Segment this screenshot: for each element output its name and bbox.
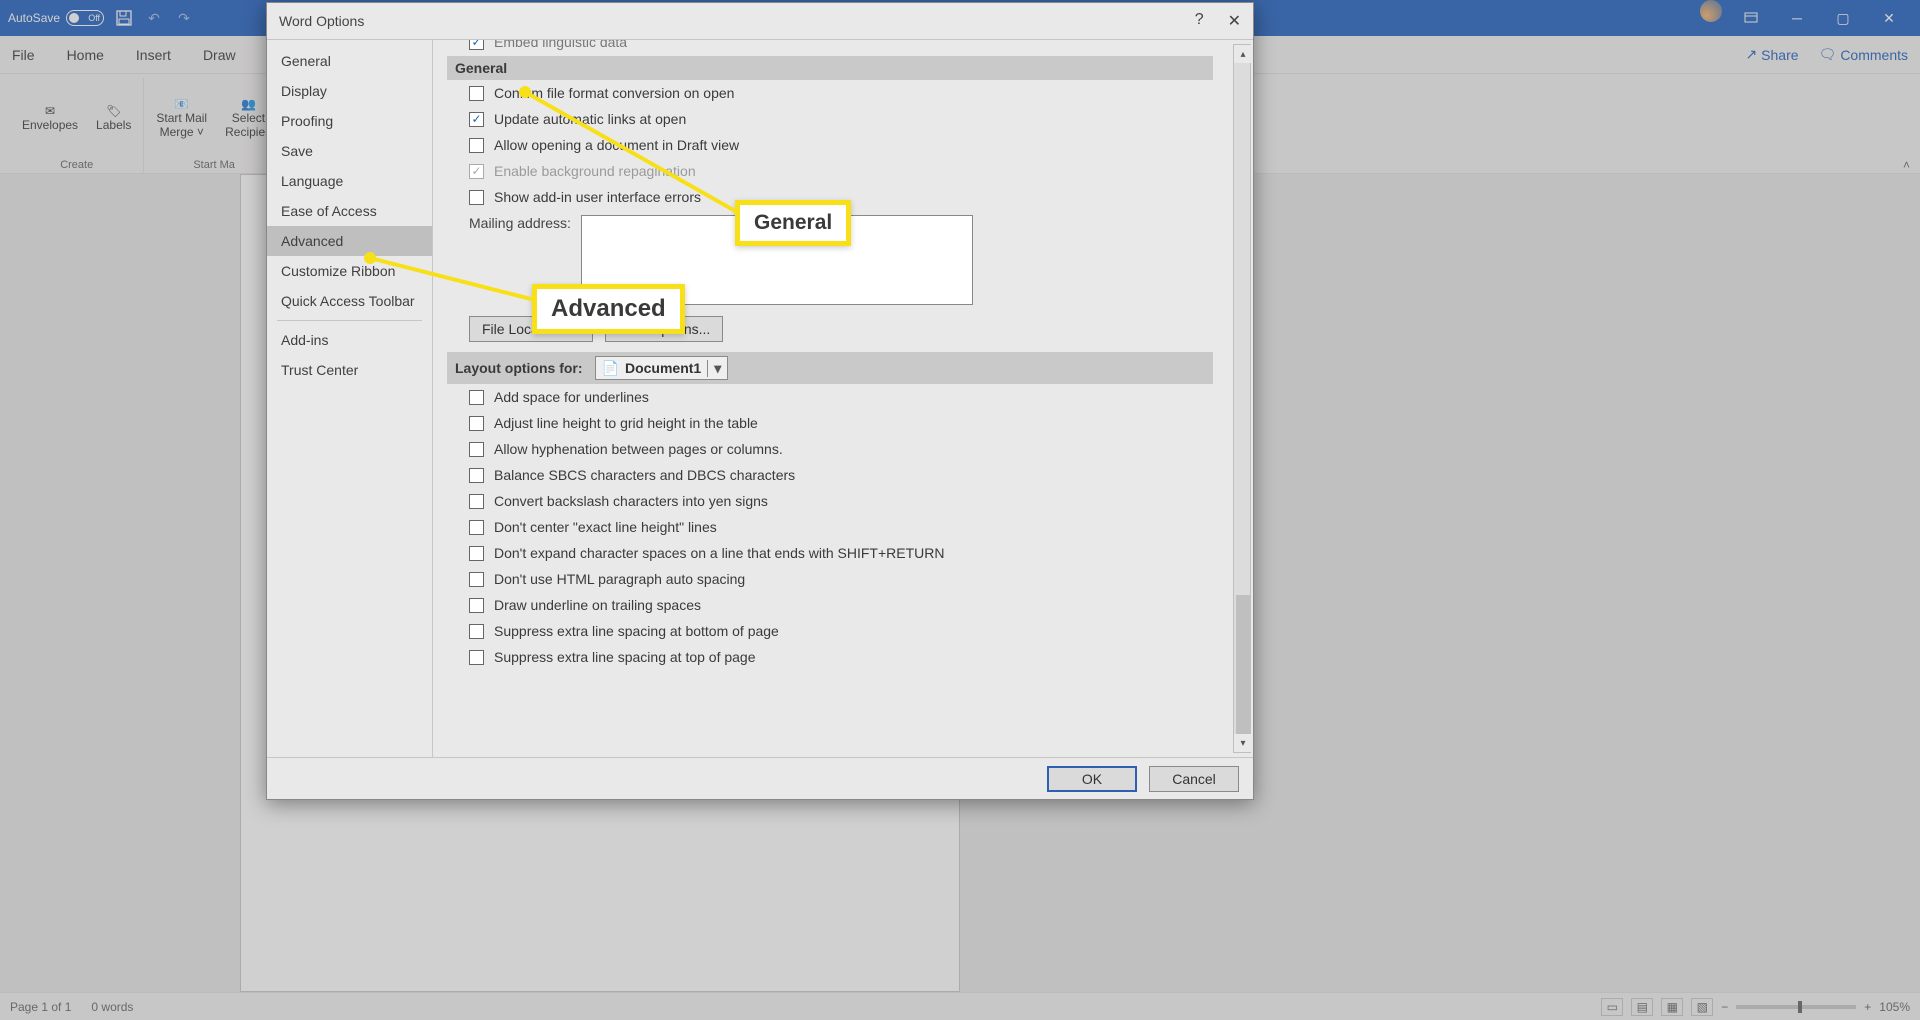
word-options-dialog: Word Options ? ✕ General Display Proofin… (266, 2, 1254, 800)
nav-ease-of-access[interactable]: Ease of Access (267, 196, 432, 226)
dialog-help-icon[interactable]: ? (1195, 11, 1204, 31)
nav-save[interactable]: Save (267, 136, 432, 166)
checkbox-icon (469, 86, 484, 101)
check-layout-7[interactable]: Don't use HTML paragraph auto spacing (447, 566, 1213, 592)
nav-quick-access-toolbar[interactable]: Quick Access Toolbar (267, 286, 432, 316)
check-label: Convert backslash characters into yen si… (494, 493, 768, 509)
dialog-content: ✓ Embed linguistic data General Confirm f… (433, 40, 1253, 757)
check-layout-5[interactable]: Don't center "exact line height" lines (447, 514, 1213, 540)
check-label: Update automatic links at open (494, 111, 686, 127)
checkbox-icon (469, 390, 484, 405)
check-general-1[interactable]: ✓ Update automatic links at open (447, 106, 1213, 132)
check-general-0[interactable]: Confirm file format conversion on open (447, 80, 1213, 106)
callout-general: General (735, 200, 851, 246)
checkbox-icon (469, 190, 484, 205)
check-label: Don't expand character spaces on a line … (494, 545, 945, 561)
nav-language[interactable]: Language (267, 166, 432, 196)
checkbox-icon (469, 572, 484, 587)
nav-separator (277, 320, 422, 321)
layout-doc-name: Document1 (625, 360, 701, 376)
checkbox-icon (469, 546, 484, 561)
dialog-body: General Display Proofing Save Language E… (267, 39, 1253, 757)
check-label: Show add-in user interface errors (494, 189, 701, 205)
checkbox-icon: ✓ (469, 112, 484, 127)
checkbox-icon (469, 520, 484, 535)
mailing-address-label: Mailing address: (469, 215, 571, 231)
nav-proofing[interactable]: Proofing (267, 106, 432, 136)
scroll-down-icon[interactable]: ▾ (1234, 734, 1252, 752)
checkbox-icon (469, 598, 484, 613)
cancel-button[interactable]: Cancel (1149, 766, 1239, 792)
dialog-titlebar: Word Options ? ✕ (267, 3, 1253, 39)
dialog-nav: General Display Proofing Save Language E… (267, 40, 433, 757)
check-layout-1[interactable]: Adjust line height to grid height in the… (447, 410, 1213, 436)
check-label: Balance SBCS characters and DBCS charact… (494, 467, 795, 483)
check-layout-2[interactable]: Allow hyphenation between pages or colum… (447, 436, 1213, 462)
layout-options-label: Layout options for: (455, 360, 583, 376)
check-label: Draw underline on trailing spaces (494, 597, 701, 613)
checkbox-icon (469, 624, 484, 639)
check-general-2[interactable]: Allow opening a document in Draft view (447, 132, 1213, 158)
checkbox-icon (469, 138, 484, 153)
layout-document-combo[interactable]: 📄 Document1 ▾ (595, 356, 729, 380)
check-label: Suppress extra line spacing at top of pa… (494, 649, 756, 665)
check-label: Enable background repagination (494, 163, 696, 179)
check-layout-4[interactable]: Convert backslash characters into yen si… (447, 488, 1213, 514)
checkbox-icon (469, 494, 484, 509)
ok-button[interactable]: OK (1047, 766, 1137, 792)
check-layout-8[interactable]: Draw underline on trailing spaces (447, 592, 1213, 618)
check-embed-linguistic-truncated[interactable]: ✓ Embed linguistic data (447, 40, 1213, 52)
scroll-up-icon[interactable]: ▴ (1234, 45, 1252, 63)
check-general-3: ✓ Enable background repagination (447, 158, 1213, 184)
check-layout-10[interactable]: Suppress extra line spacing at top of pa… (447, 644, 1213, 670)
nav-customize-ribbon[interactable]: Customize Ribbon (267, 256, 432, 286)
check-label: Allow opening a document in Draft view (494, 137, 739, 153)
checkbox-icon (469, 468, 484, 483)
check-layout-3[interactable]: Balance SBCS characters and DBCS charact… (447, 462, 1213, 488)
section-general-header: General (447, 56, 1213, 80)
checkbox-icon (469, 442, 484, 457)
check-label: Don't center "exact line height" lines (494, 519, 717, 535)
check-label: Adjust line height to grid height in the… (494, 415, 758, 431)
nav-add-ins[interactable]: Add-ins (267, 325, 432, 355)
dialog-title: Word Options (279, 13, 364, 29)
check-label: Suppress extra line spacing at bottom of… (494, 623, 779, 639)
nav-display[interactable]: Display (267, 76, 432, 106)
nav-general[interactable]: General (267, 46, 432, 76)
nav-trust-center[interactable]: Trust Center (267, 355, 432, 385)
checkbox-icon: ✓ (469, 40, 484, 50)
document-icon: 📄 (602, 360, 619, 377)
check-layout-6[interactable]: Don't expand character spaces on a line … (447, 540, 1213, 566)
dialog-close-icon[interactable]: ✕ (1228, 11, 1241, 31)
section-layout-header: Layout options for: 📄 Document1 ▾ (447, 352, 1213, 384)
check-layout-9[interactable]: Suppress extra line spacing at bottom of… (447, 618, 1213, 644)
check-label: Don't use HTML paragraph auto spacing (494, 571, 745, 587)
dialog-footer: OK Cancel (267, 757, 1253, 799)
scroll-thumb[interactable] (1236, 595, 1250, 745)
checkbox-icon: ✓ (469, 164, 484, 179)
check-label: Embed linguistic data (494, 40, 627, 50)
dialog-scrollbar[interactable]: ▴ ▾ (1233, 44, 1251, 753)
check-label: Add space for underlines (494, 389, 649, 405)
checkbox-icon (469, 650, 484, 665)
chevron-down-icon: ▾ (707, 360, 721, 377)
check-label: Confirm file format conversion on open (494, 85, 734, 101)
checkbox-icon (469, 416, 484, 431)
check-label: Allow hyphenation between pages or colum… (494, 441, 783, 457)
nav-advanced[interactable]: Advanced (267, 226, 432, 256)
callout-advanced: Advanced (532, 284, 685, 334)
check-layout-0[interactable]: Add space for underlines (447, 384, 1213, 410)
